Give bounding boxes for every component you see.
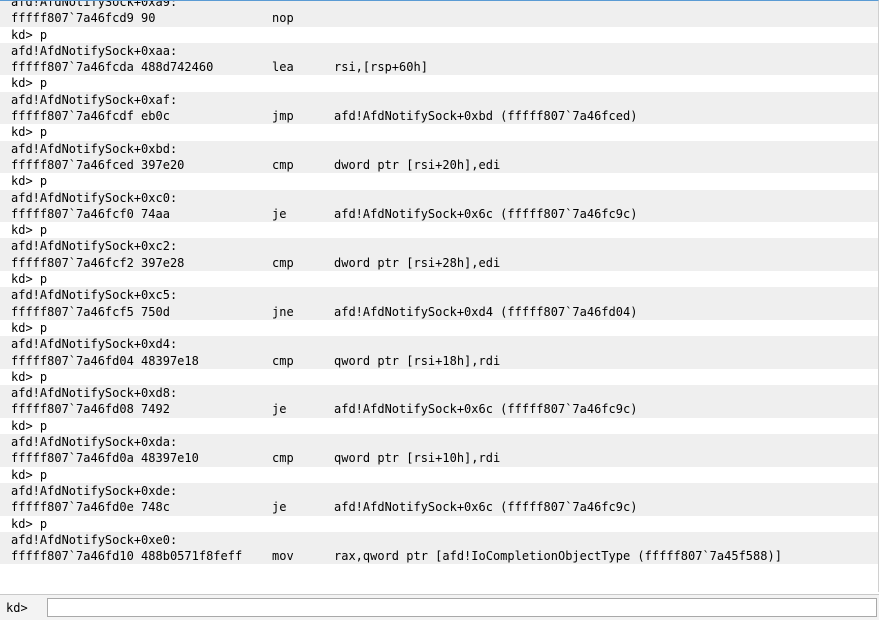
instruction-operands: dword ptr [rsi+20h],edi (334, 157, 501, 172)
instruction-operands: afd!AfdNotifySock+0xbd (fffff807`7a46fce… (334, 109, 638, 124)
instruction-mnemonic: cmp (272, 353, 294, 368)
instruction-operands: dword ptr [rsi+28h],edi (334, 255, 501, 270)
command-echo-line: kd> p (0, 75, 878, 92)
symbol-label-line: afd!AfdNotifySock+0xaa: (0, 42, 878, 60)
instruction-operands: rsi,[rsp+60h] (334, 60, 428, 75)
instruction-address-bytes: fffff807`7a46fd10 488b0571f8feff (11, 549, 243, 564)
symbol-label-line: afd!AfdNotifySock+0xda: (0, 434, 878, 451)
instruction-line: fffff807`7a46fced 397e20 cmp dword ptr [rs… (0, 156, 878, 174)
disassembly-step: afd!AfdNotifySock+0xd8: fffff807`7a46fd08… (0, 385, 878, 418)
instruction-mnemonic: mov (272, 549, 294, 564)
command-input[interactable] (47, 598, 877, 617)
symbol-label-line: afd!AfdNotifySock+0xe0: (0, 531, 878, 549)
symbol-label-line: afd!AfdNotifySock+0xc2: (0, 238, 878, 255)
instruction-line: fffff807`7a46fcf0 74aa je afd!AfdNotifySoc… (0, 205, 878, 223)
command-echo-line: kd> p (0, 173, 878, 190)
instruction-operands: qword ptr [rsi+18h],rdi (334, 353, 501, 368)
instruction-line: fffff807`7a46fd0a 48397e10 cmp qword ptr [… (0, 450, 878, 467)
disassembly-step: afd!AfdNotifySock+0xda: fffff807`7a46fd0a… (0, 434, 878, 467)
symbol-label-line: afd!AfdNotifySock+0xa9: (0, 1, 878, 11)
instruction-mnemonic: je (272, 402, 287, 417)
instruction-operands: qword ptr [rsi+10h],rdi (334, 451, 501, 466)
instruction-address-bytes: fffff807`7a46fced 397e20 (11, 157, 185, 172)
instruction-mnemonic: jmp (272, 109, 294, 124)
disassembly-step: afd!AfdNotifySock+0xc5: fffff807`7a46fcf5… (0, 287, 878, 320)
instruction-operands: afd!AfdNotifySock+0xd4 (fffff807`7a46fd0… (334, 304, 638, 319)
disassembly-step: afd!AfdNotifySock+0xaa: fffff807`7a46fcda… (0, 42, 878, 76)
command-echo-line: kd> p (0, 271, 878, 288)
disassembly-step: afd!AfdNotifySock+0xde: fffff807`7a46fd0e… (0, 482, 878, 516)
symbol-label-line: afd!AfdNotifySock+0xde: (0, 482, 878, 500)
instruction-line: fffff807`7a46fcf5 750d jne afd!AfdNotifySo… (0, 303, 878, 320)
instruction-mnemonic: cmp (272, 255, 294, 270)
instruction-address-bytes: fffff807`7a46fcf5 750d (11, 304, 170, 319)
command-echo-line: kd> p (0, 515, 878, 532)
symbol-label-line: afd!AfdNotifySock+0xd4: (0, 336, 878, 353)
command-echo-line: kd> p (0, 466, 878, 483)
disassembly-step: afd!AfdNotifySock+0xaf: fffff807`7a46fcdf… (0, 91, 878, 125)
instruction-line: fffff807`7a46fcda 488d742460 lea rsi,[rsp+… (0, 59, 878, 76)
instruction-line: fffff807`7a46fd0e 748c je afd!AfdNotifySoc… (0, 499, 878, 516)
instruction-operands: afd!AfdNotifySock+0x6c (fffff807`7a46fc9… (334, 206, 638, 221)
instruction-mnemonic: cmp (272, 451, 294, 466)
instruction-mnemonic: je (272, 500, 287, 515)
symbol-label-line: afd!AfdNotifySock+0xc0: (0, 189, 878, 206)
instruction-line: fffff807`7a46fd04 48397e18 cmp qword ptr [… (0, 352, 878, 369)
instruction-address-bytes: fffff807`7a46fcda 488d742460 (11, 60, 214, 75)
instruction-address-bytes: fffff807`7a46fd0a 48397e10 (11, 451, 199, 466)
disassembly-step: afd!AfdNotifySock+0xbd: fffff807`7a46fced… (0, 140, 878, 174)
instruction-address-bytes: fffff807`7a46fd08 7492 (11, 402, 170, 417)
symbol-label-line: afd!AfdNotifySock+0xbd: (0, 140, 878, 157)
disassembly-step: afd!AfdNotifySock+0xc2: fffff807`7a46fcf2… (0, 238, 878, 272)
command-echo-line: kd> p (0, 368, 878, 386)
disassembly-step: afd!AfdNotifySock+0xc0: fffff807`7a46fcf0… (0, 189, 878, 223)
instruction-operands: afd!AfdNotifySock+0x6c (fffff807`7a46fc9… (334, 402, 638, 417)
symbol-label-line: afd!AfdNotifySock+0xc5: (0, 287, 878, 304)
instruction-address-bytes: fffff807`7a46fcd9 90 (11, 11, 156, 26)
command-bar: kd> (0, 594, 879, 620)
command-prompt-label: kd> (6, 600, 28, 615)
instruction-mnemonic: lea (272, 60, 294, 75)
instruction-line: fffff807`7a46fd08 7492 je afd!AfdNotifySoc… (0, 401, 878, 418)
command-echo-line: kd> p (0, 26, 878, 43)
instruction-mnemonic: jne (272, 304, 294, 319)
instruction-line: fffff807`7a46fcf2 397e28 cmp dword ptr [rs… (0, 254, 878, 272)
instruction-address-bytes: fffff807`7a46fcf2 397e28 (11, 255, 185, 270)
command-echo-line: kd> p (0, 319, 878, 337)
symbol-label-line: afd!AfdNotifySock+0xaf: (0, 91, 878, 109)
instruction-operands: rax,qword ptr [afd!IoCompletionObjectTyp… (334, 549, 782, 564)
instruction-line: fffff807`7a46fcd9 90 nop (0, 10, 878, 27)
instruction-address-bytes: fffff807`7a46fcdf eb0c (11, 109, 170, 124)
instruction-address-bytes: fffff807`7a46fcf0 74aa (11, 206, 170, 221)
disassembly-step: afd!AfdNotifySock+0xd4: fffff807`7a46fd04… (0, 336, 878, 369)
command-echo-line: kd> p (0, 417, 878, 435)
instruction-line: fffff807`7a46fcdf eb0c jmp afd!AfdNotifySo… (0, 108, 878, 125)
debugger-output-pane[interactable]: afd!AfdNotifySock+0xa9: fffff807`7a46fcd9… (0, 0, 879, 592)
symbol-label-line: afd!AfdNotifySock+0xd8: (0, 385, 878, 402)
instruction-address-bytes: fffff807`7a46fd04 48397e18 (11, 353, 199, 368)
instruction-address-bytes: fffff807`7a46fd0e 748c (11, 500, 170, 515)
disassembly-step: afd!AfdNotifySock+0xa9: fffff807`7a46fcd9… (0, 1, 878, 27)
instruction-operands: afd!AfdNotifySock+0x6c (fffff807`7a46fc9… (334, 500, 638, 515)
instruction-mnemonic: nop (272, 11, 294, 26)
instruction-mnemonic: cmp (272, 157, 294, 172)
disassembly-step: afd!AfdNotifySock+0xe0: fffff807`7a46fd10… (0, 531, 878, 565)
command-echo-line: kd> p (0, 222, 878, 239)
command-echo-line: kd> p (0, 124, 878, 141)
instruction-line: fffff807`7a46fd10 488b0571f8feff mov rax,q… (0, 548, 878, 565)
instruction-mnemonic: je (272, 206, 287, 221)
